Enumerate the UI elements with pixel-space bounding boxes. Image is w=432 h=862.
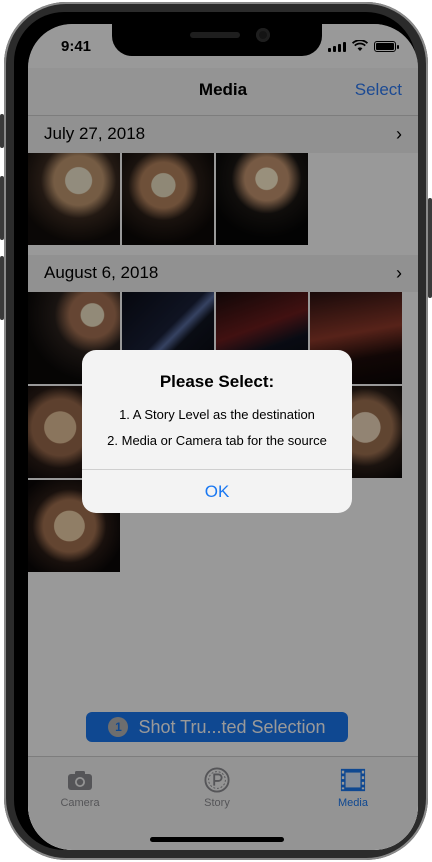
screen: 9:41 Media Select July 27, 2018 › August… (28, 24, 418, 850)
alert-dialog: Please Select: 1. A Story Level as the d… (82, 350, 352, 513)
power-button (428, 198, 432, 298)
volume-up-button (0, 176, 4, 240)
alert-title: Please Select: (159, 372, 275, 391)
volume-down-button (0, 256, 4, 320)
alert-message-line-2: 2. Media or Camera tab for the source (107, 433, 327, 448)
alert-ok-button[interactable]: OK (82, 470, 352, 513)
alert-message-line-1: 1. A Story Level as the destination (119, 407, 315, 422)
silent-switch (0, 114, 4, 148)
